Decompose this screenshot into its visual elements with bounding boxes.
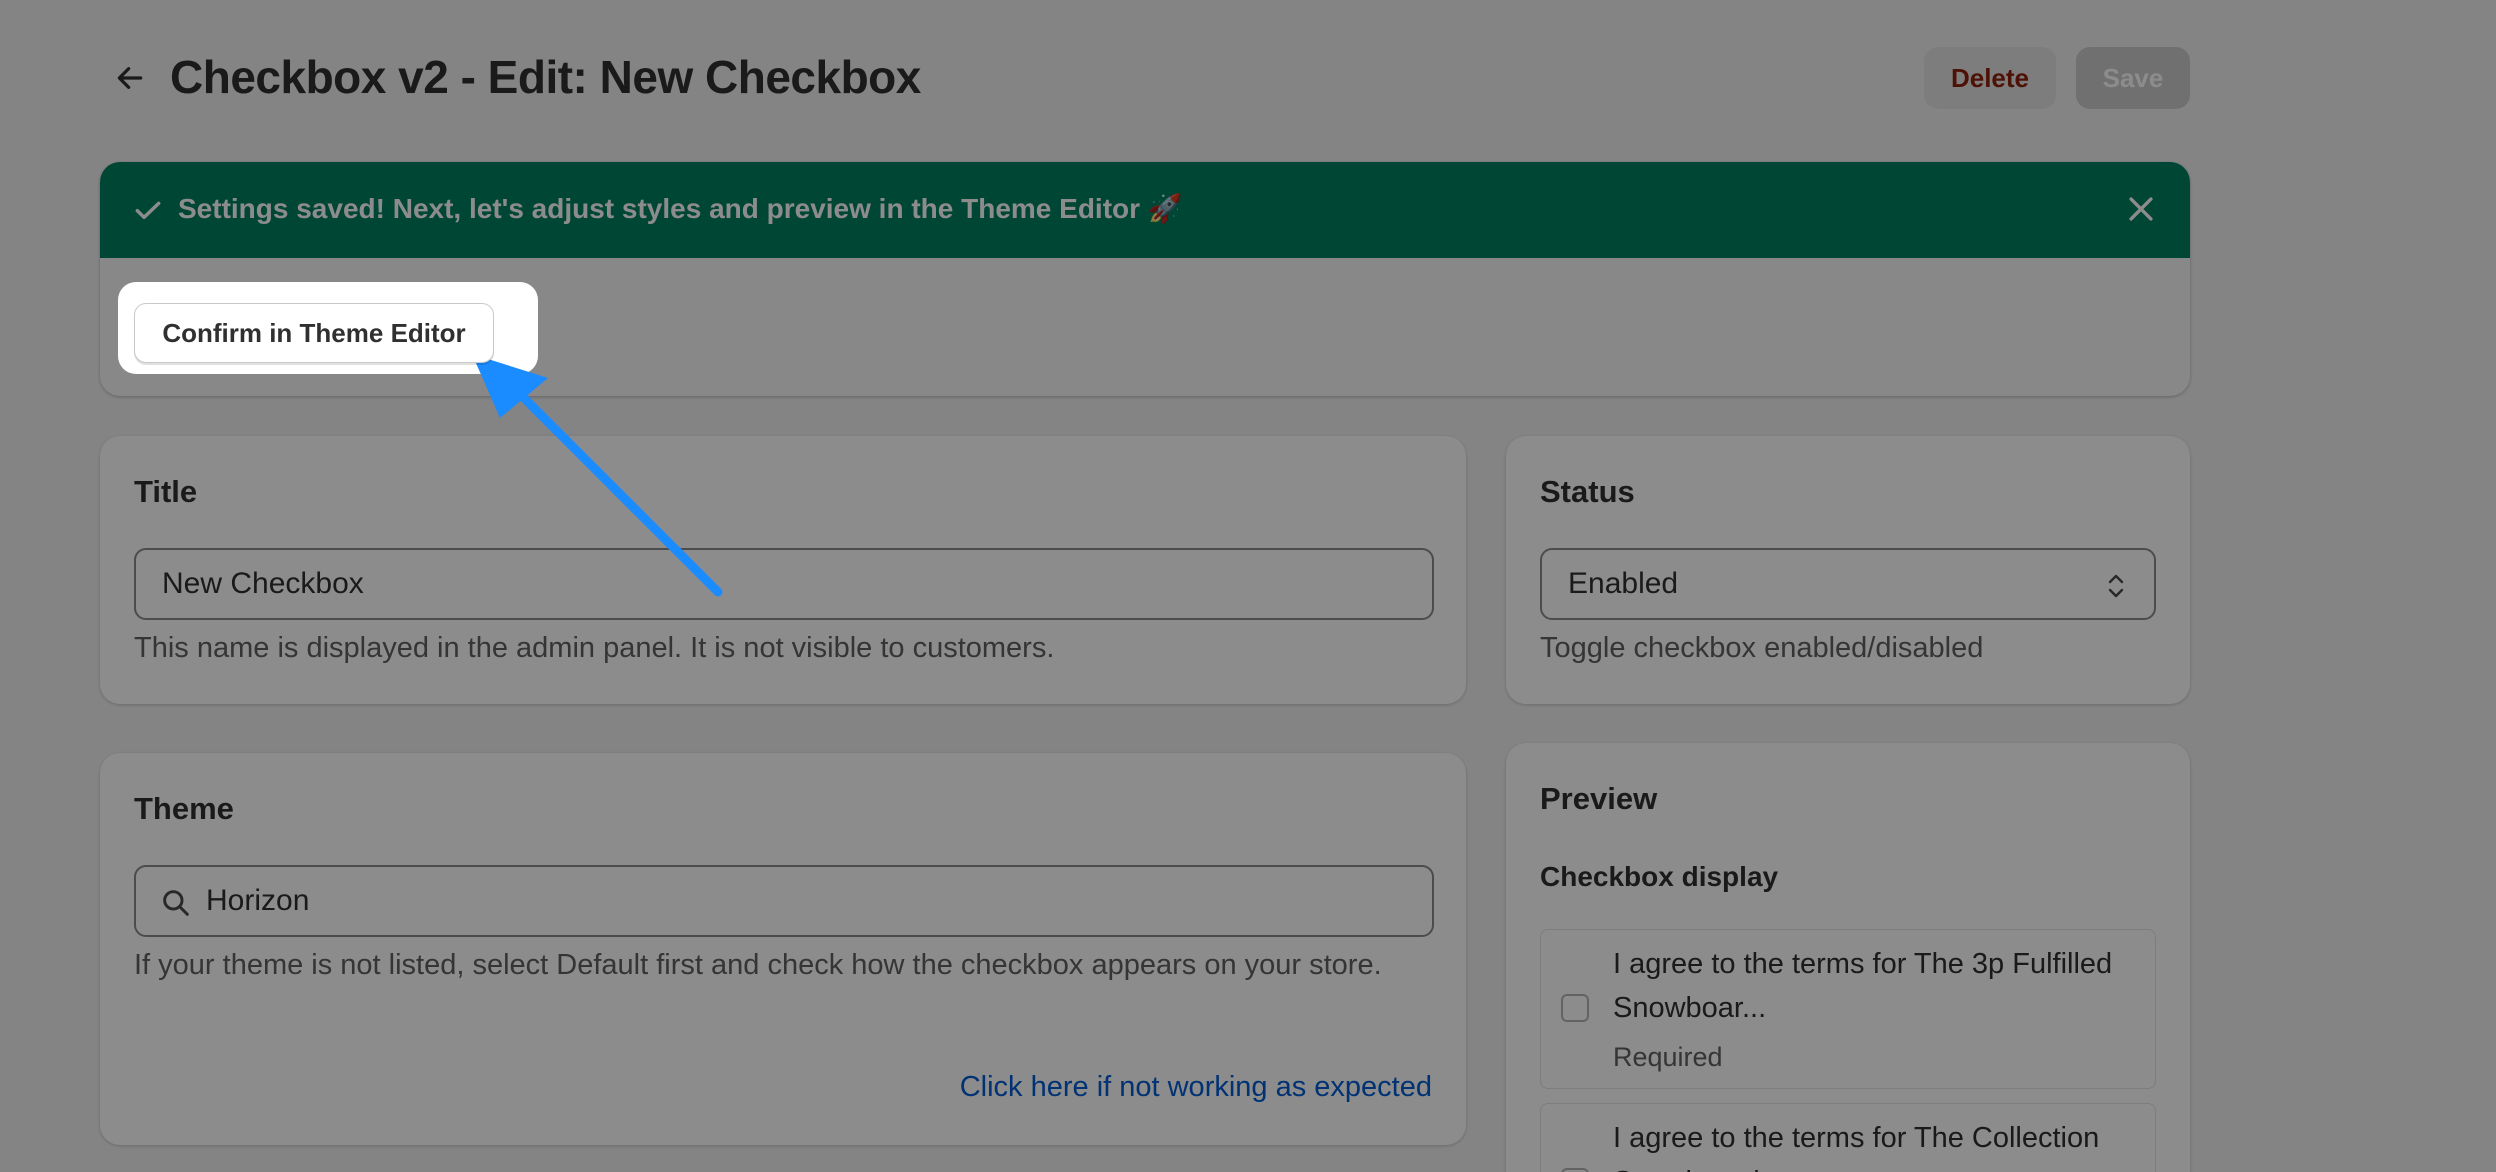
search-icon xyxy=(163,890,189,916)
theme-search-value: Horizon xyxy=(206,884,310,917)
status-help-text: Toggle checkbox enabled/disabled xyxy=(1540,632,1984,664)
title-input[interactable]: New Checkbox xyxy=(134,548,1434,620)
chevron-up-down-icon xyxy=(2108,574,2124,598)
save-button[interactable]: Save xyxy=(2076,47,2190,109)
title-help-text: This name is displayed in the admin pane… xyxy=(134,632,1055,664)
preview-card: Preview Checkbox display I agree to the … xyxy=(1506,743,2190,1172)
confirm-theme-editor-button[interactable]: Confirm in Theme Editor xyxy=(134,303,494,363)
page-header: Checkbox v2 - Edit: New Checkbox Delete … xyxy=(100,40,2190,116)
theme-search-input[interactable]: Horizon xyxy=(134,865,1434,937)
back-button[interactable] xyxy=(110,58,150,98)
theme-help-text: If your theme is not listed, select Defa… xyxy=(134,949,1382,981)
status-select[interactable]: Enabled xyxy=(1540,548,2156,620)
troubleshoot-link[interactable]: Click here if not working as expected xyxy=(960,1071,1432,1104)
checkmark-icon xyxy=(135,201,161,220)
checkbox-label: I agree to the terms for The Collection … xyxy=(1613,1122,2100,1172)
title-card: Title New Checkbox This name is displaye… xyxy=(100,436,1466,704)
theme-heading: Theme xyxy=(134,791,234,826)
page: Checkbox v2 - Edit: New Checkbox Delete … xyxy=(0,0,2496,1172)
status-select-value: Enabled xyxy=(1568,567,1679,600)
theme-card: Theme Horizon If your theme is not liste… xyxy=(100,753,1466,1145)
list-item: I agree to the terms for The 3p Fulfille… xyxy=(1540,929,2156,1089)
preview-heading: Preview xyxy=(1540,781,1658,816)
checkbox-display-heading: Checkbox display xyxy=(1540,861,1779,892)
checkbox-label: I agree to the terms for The 3p Fulfille… xyxy=(1613,948,2113,1024)
title-heading: Title xyxy=(134,474,198,509)
status-heading: Status xyxy=(1540,474,1635,509)
banner-header: Settings saved! Next, let's adjust style… xyxy=(100,162,2190,258)
arrow-left-icon xyxy=(117,67,143,89)
list-item: I agree to the terms for The Collection … xyxy=(1540,1103,2156,1172)
preview-checkbox[interactable] xyxy=(1561,994,1589,1022)
status-card: Status Enabled Toggle checkbox enabled/d… xyxy=(1506,436,2190,704)
preview-checkbox[interactable] xyxy=(1561,1168,1589,1172)
page-title: Checkbox v2 - Edit: New Checkbox xyxy=(170,51,921,103)
banner-message: Settings saved! Next, let's adjust style… xyxy=(178,193,1183,224)
required-label: Required xyxy=(1613,1042,1723,1072)
delete-button[interactable]: Delete xyxy=(1924,47,2056,109)
close-icon[interactable] xyxy=(2124,192,2158,226)
